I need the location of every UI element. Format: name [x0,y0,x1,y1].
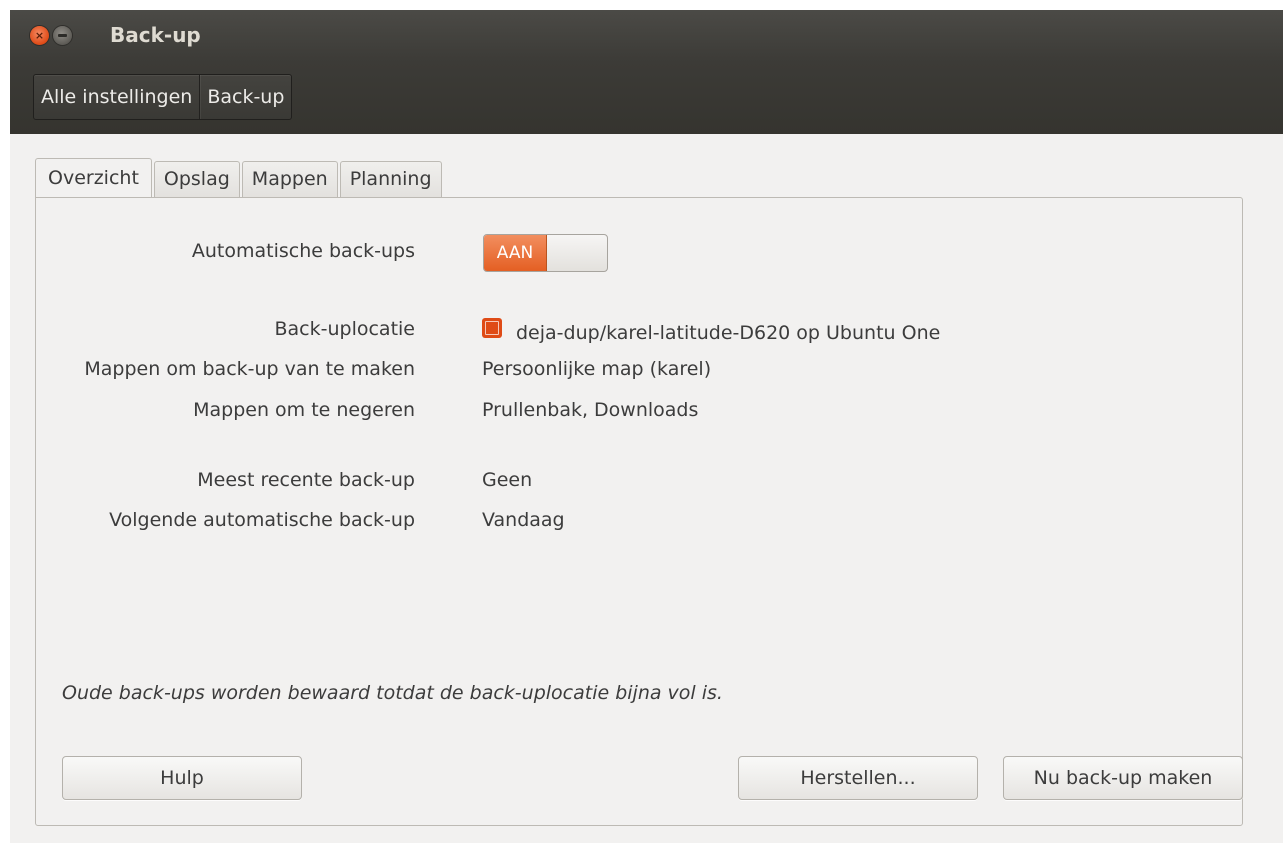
minimize-window-button[interactable] [53,26,72,45]
ubuntu-one-icon [482,318,502,338]
help-button[interactable]: Hulp [62,756,302,800]
auto-backup-toggle[interactable]: AAN [483,234,608,272]
location-label: Back-uplocatie [274,318,416,340]
title-bar: × Back-up [10,10,1283,62]
location-value-row: deja-dup/karel-latitude-D620 op Ubuntu O… [482,318,940,344]
exclude-folders-label: Mappen om te negeren [193,399,415,421]
retention-note: Oude back-ups worden bewaard totdat de b… [62,682,723,704]
window-title: Back-up [110,23,201,47]
exclude-folders-value: Prullenbak, Downloads [482,399,699,421]
last-backup-value: Geen [482,469,533,491]
next-backup-value: Vandaag [482,509,565,531]
breadcrumb-all-settings[interactable]: Alle instellingen [34,75,199,119]
tab-planning[interactable]: Planning [339,161,442,197]
tab-mappen[interactable]: Mappen [241,161,338,197]
include-folders-label: Mappen om back-up van te maken [84,358,415,380]
auto-backup-label: Automatische back-ups [191,240,415,262]
toggle-on-label: AAN [484,235,547,271]
last-backup-label: Meest recente back-up [197,469,415,491]
location-value: deja-dup/karel-latitude-D620 op Ubuntu O… [516,322,941,344]
next-backup-label: Volgende automatische back-up [109,509,415,531]
tab-bar: Overzicht Opslag Mappen Planning [35,158,444,197]
restore-button[interactable]: Herstellen... [738,756,978,800]
backup-now-button[interactable]: Nu back-up maken [1003,756,1243,800]
backup-window: × Back-up Alle instellingen Back-up Over… [10,10,1283,843]
breadcrumb-backup[interactable]: Back-up [199,75,291,119]
include-folders-value: Persoonlijke map (karel) [482,358,712,380]
tab-overzicht[interactable]: Overzicht [35,158,152,197]
minimize-icon [58,34,67,37]
breadcrumb: Alle instellingen Back-up [33,74,293,120]
overview-panel: Automatische back-ups AAN Back-uplocatie… [35,197,1243,826]
close-window-button[interactable]: × [30,26,49,45]
toolbar: Alle instellingen Back-up [10,62,1283,134]
tab-opslag[interactable]: Opslag [153,161,240,197]
